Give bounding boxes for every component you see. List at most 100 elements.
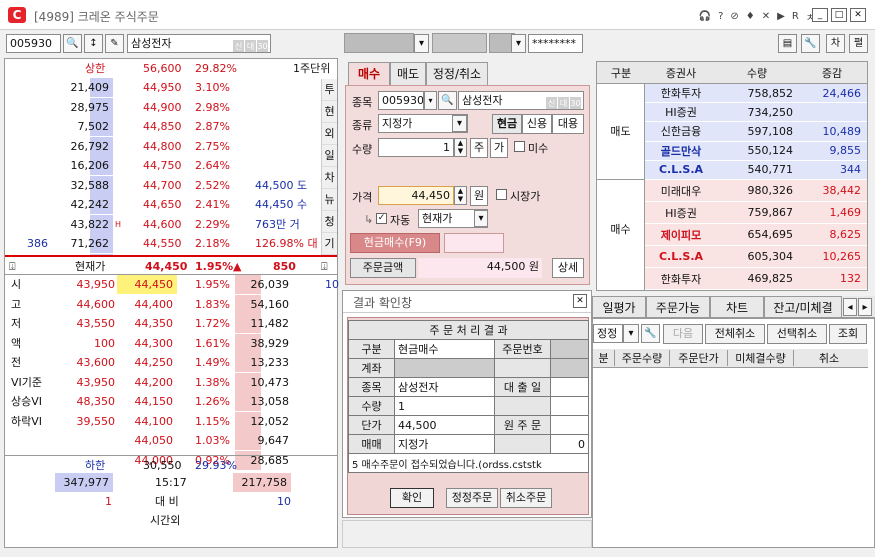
maximize-button[interactable]: □ <box>831 8 847 22</box>
tab-sell[interactable]: 매도 <box>390 62 426 86</box>
chart-button[interactable]: 차 <box>826 34 845 53</box>
tab-buy[interactable]: 매수 <box>348 62 390 86</box>
collapse-right-icon[interactable]: ⍗ <box>321 257 328 276</box>
expand-button[interactable]: 펼 <box>849 34 868 53</box>
modify-select[interactable]: 정정 <box>593 324 623 343</box>
detail-button[interactable]: 상세 <box>552 258 584 278</box>
side-tab[interactable]: 차 <box>322 167 337 189</box>
col-type: 구분 <box>610 66 632 80</box>
modify-order-button[interactable]: 정정주문 <box>446 488 498 508</box>
order-code-input[interactable]: 005930 <box>378 91 424 110</box>
modify-dropdown-icon[interactable]: ▾ <box>623 324 639 343</box>
order-tabs: 매수 매도 정정/취소 <box>348 62 591 86</box>
code-dropdown[interactable]: ▾ <box>424 91 437 110</box>
result-table: 주 문 처 리 결 과 구분 현금매수 주문번호 계좌 종목 삼성전자 대 출 일 수량 1 단가… <box>348 320 589 473</box>
close-x-icon[interactable]: ✕ <box>762 11 770 22</box>
tab-daily-eval[interactable]: 일평가 <box>592 296 646 318</box>
subaccount-dropdown[interactable]: ▾ <box>511 34 526 53</box>
broker-qty: 550,124 <box>747 144 794 158</box>
confirm-button[interactable]: 확인 <box>390 488 434 508</box>
headset-icon[interactable]: 🎧 <box>699 11 711 22</box>
stock-name-field: 삼성전자 신 대 30 <box>127 34 271 53</box>
qty-input[interactable]: 1 <box>378 138 454 157</box>
market-price-checkbox[interactable] <box>496 189 507 200</box>
document-icon[interactable]: ▤ <box>778 34 797 53</box>
high-mark: H <box>115 219 122 229</box>
next-button[interactable]: 다음 <box>663 324 703 344</box>
pin-icon[interactable]: ♦ <box>746 11 755 22</box>
dialog-close-icon[interactable]: ✕ <box>573 294 587 308</box>
col-broker: 증권사 <box>665 66 697 80</box>
qty-stepper[interactable]: ▲ ▼ <box>454 138 467 157</box>
minimize-button[interactable]: _ <box>812 8 828 22</box>
r-icon[interactable]: R <box>792 11 799 22</box>
help-icon[interactable]: ? <box>718 11 723 22</box>
sell-qty: 16,206 <box>55 156 113 175</box>
qty-unit-button[interactable]: 주 <box>470 138 488 158</box>
buy-info-value: 39,550 <box>76 414 116 428</box>
buy-broker-row: 미래대우 980,326 38,442 <box>645 180 867 202</box>
memo-icon[interactable]: ✎ <box>105 34 124 53</box>
collapse-icon[interactable]: ⍗ <box>9 257 16 276</box>
result-value <box>394 358 495 378</box>
forbid-icon[interactable]: ⊘ <box>730 11 738 22</box>
current-pct: 1.95% <box>195 260 234 273</box>
settings-icon[interactable]: 🔧 <box>641 324 660 343</box>
cancel-all-button[interactable]: 전체취소 <box>705 324 765 344</box>
side-tab[interactable]: 외 <box>322 123 337 145</box>
price-input[interactable]: 44,450 <box>378 186 454 205</box>
side-tab[interactable]: 뉴 <box>322 189 337 211</box>
up-arrow-icon: ▲ <box>233 260 242 273</box>
buy-info-label: 시 <box>11 278 22 291</box>
account-dropdown[interactable]: ▾ <box>414 34 429 53</box>
broker-name: C.L.S.A <box>658 250 704 263</box>
auto-dropdown-icon[interactable]: ▾ <box>474 210 488 227</box>
substitute-tab[interactable]: 대용 <box>552 114 584 134</box>
kind-dropdown-icon[interactable]: ▾ <box>452 115 467 132</box>
cancel-selected-button[interactable]: 선택취소 <box>767 324 827 344</box>
broker-name: 한화투자 <box>660 272 702 286</box>
tab-next-icon[interactable]: ▸ <box>858 298 872 316</box>
cash-buy-button[interactable]: 현금매수(F9) <box>350 233 440 253</box>
auto-checkbox[interactable]: ✓ <box>376 213 387 224</box>
cancel-order-button[interactable]: 취소주문 <box>500 488 552 508</box>
side-tab[interactable]: 현 <box>322 101 337 123</box>
totals-row: 347,977 15:17 217,758 <box>5 473 337 493</box>
price-unit-button[interactable]: 원 <box>470 186 488 206</box>
wrench-icon[interactable]: 🔧 <box>801 34 820 53</box>
sell-side-info: 126.98% 대 <box>255 237 318 250</box>
tab-balance[interactable]: 잔고/미체결 <box>764 296 842 318</box>
search-icon[interactable]: 🔍 <box>63 34 82 53</box>
password-input[interactable]: ******** <box>528 34 583 53</box>
query-button[interactable]: 조회 <box>829 324 867 344</box>
unfilled-checkbox[interactable] <box>514 141 525 152</box>
side-tab[interactable]: 청 <box>322 211 337 233</box>
buy-info-label: 고 <box>11 297 22 311</box>
side-tab[interactable]: 투 <box>322 79 337 101</box>
sort-icon[interactable]: ↕ <box>84 34 103 53</box>
broker-qty: 758,852 <box>747 86 794 100</box>
cash-tab[interactable]: 현금 <box>492 114 522 134</box>
credit-tab[interactable]: 신용 <box>522 114 552 134</box>
tab-orderable[interactable]: 주문가능 <box>646 296 710 318</box>
tab-modify-cancel[interactable]: 정정/취소 <box>426 62 488 86</box>
tab-prev-icon[interactable]: ◂ <box>843 298 857 316</box>
buy-price: 44,400 <box>134 297 174 311</box>
sell-row: 16,206 44,750 2.64% <box>5 156 337 176</box>
sell-price: 44,650 <box>143 198 182 211</box>
order-search-icon[interactable]: 🔍 <box>438 91 457 110</box>
price-stepper[interactable]: ▲ ▼ <box>454 186 467 205</box>
compare-row: 1 대 비 10 <box>5 492 337 512</box>
tab-chart[interactable]: 차트 <box>710 296 764 318</box>
qty-price-button[interactable]: 가 <box>490 138 508 158</box>
side-tab[interactable]: 기 <box>322 233 337 255</box>
stock-code-input[interactable]: 005930 <box>6 34 61 53</box>
play-icon[interactable]: ▶ <box>777 11 785 22</box>
side-tab[interactable]: 일 <box>322 145 337 167</box>
close-button[interactable]: ✕ <box>850 8 866 22</box>
order-name-text: 삼성전자 <box>462 94 503 107</box>
app-logo: C <box>8 7 26 23</box>
result-value2 <box>550 358 589 378</box>
buy-qty: 38,929 <box>235 333 293 353</box>
account-masked[interactable] <box>344 33 414 53</box>
